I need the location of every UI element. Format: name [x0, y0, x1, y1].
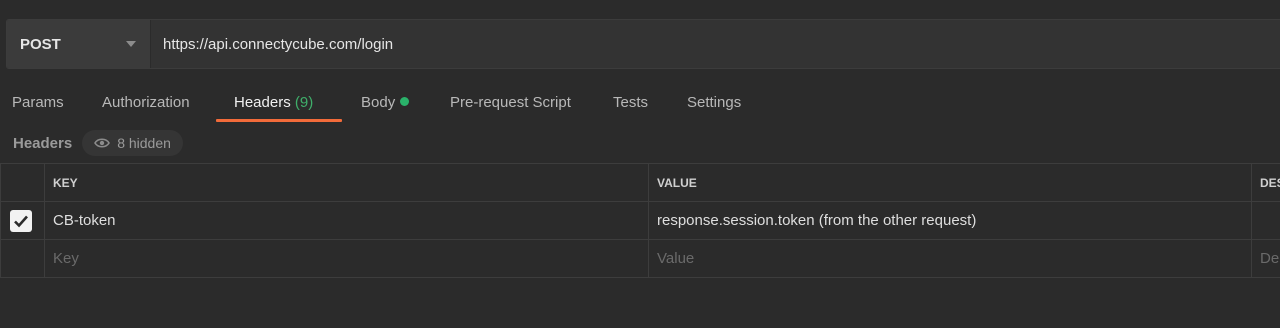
tab-pre-request-script-label: Pre-request Script: [450, 94, 571, 111]
url-input[interactable]: https://api.connectycube.com/login: [151, 20, 1280, 68]
new-description-input[interactable]: De: [1251, 239, 1280, 278]
chevron-down-icon: [126, 41, 136, 47]
tab-headers-label: Headers: [234, 94, 291, 111]
eye-icon: [94, 138, 111, 148]
new-value-input[interactable]: Value: [648, 239, 1252, 278]
tab-tests[interactable]: Tests: [613, 86, 648, 124]
column-header-value: VALUE: [648, 163, 1252, 202]
headers-section-header: Headers 8 hidden: [13, 130, 183, 156]
tab-authorization[interactable]: Authorization: [102, 86, 190, 124]
tab-settings[interactable]: Settings: [687, 86, 741, 124]
request-url-bar: POST https://api.connectycube.com/login: [6, 19, 1280, 69]
tab-params[interactable]: Params: [12, 86, 64, 124]
tab-body[interactable]: Body: [361, 86, 410, 124]
tab-body-label: Body: [361, 94, 396, 111]
row-description-field[interactable]: [1251, 201, 1280, 240]
table-row-new: Key Value De: [0, 239, 1280, 278]
new-row-checkbox-cell: [0, 239, 45, 278]
table-header-row: KEY VALUE DES: [0, 163, 1280, 202]
new-key-input[interactable]: Key: [44, 239, 649, 278]
tab-headers-count: (9): [294, 94, 314, 111]
tab-pre-request-script[interactable]: Pre-request Script: [450, 86, 571, 124]
table-row: CB-token response.session.token (from th…: [0, 201, 1280, 240]
hidden-headers-toggle[interactable]: 8 hidden: [82, 130, 183, 156]
row-enabled-checkbox[interactable]: [10, 209, 32, 232]
row-key-field[interactable]: CB-token: [44, 201, 649, 240]
method-dropdown[interactable]: POST: [7, 20, 151, 68]
hidden-count-label: 8 hidden: [117, 135, 171, 151]
checkmark-icon: [14, 215, 28, 227]
tab-params-label: Params: [12, 94, 64, 111]
request-tabs: Params Authorization Headers (9) Body Pr…: [0, 86, 1280, 124]
column-header-key: KEY: [44, 163, 649, 202]
tab-settings-label: Settings: [687, 94, 742, 111]
tab-authorization-label: Authorization: [102, 94, 190, 111]
row-checkbox-cell: [0, 201, 45, 240]
headers-table: KEY VALUE DES CB-token response.session.…: [0, 163, 1280, 278]
active-tab-indicator: [216, 119, 342, 122]
column-header-description: DES: [1251, 163, 1280, 202]
headers-section-title: Headers: [13, 134, 73, 152]
url-text: https://api.connectycube.com/login: [163, 35, 394, 53]
row-value-field[interactable]: response.session.token (from the other r…: [648, 201, 1252, 240]
column-header-check: [0, 163, 45, 202]
status-dot-icon: [400, 97, 410, 106]
method-label: POST: [20, 35, 61, 53]
tab-tests-label: Tests: [613, 94, 649, 111]
